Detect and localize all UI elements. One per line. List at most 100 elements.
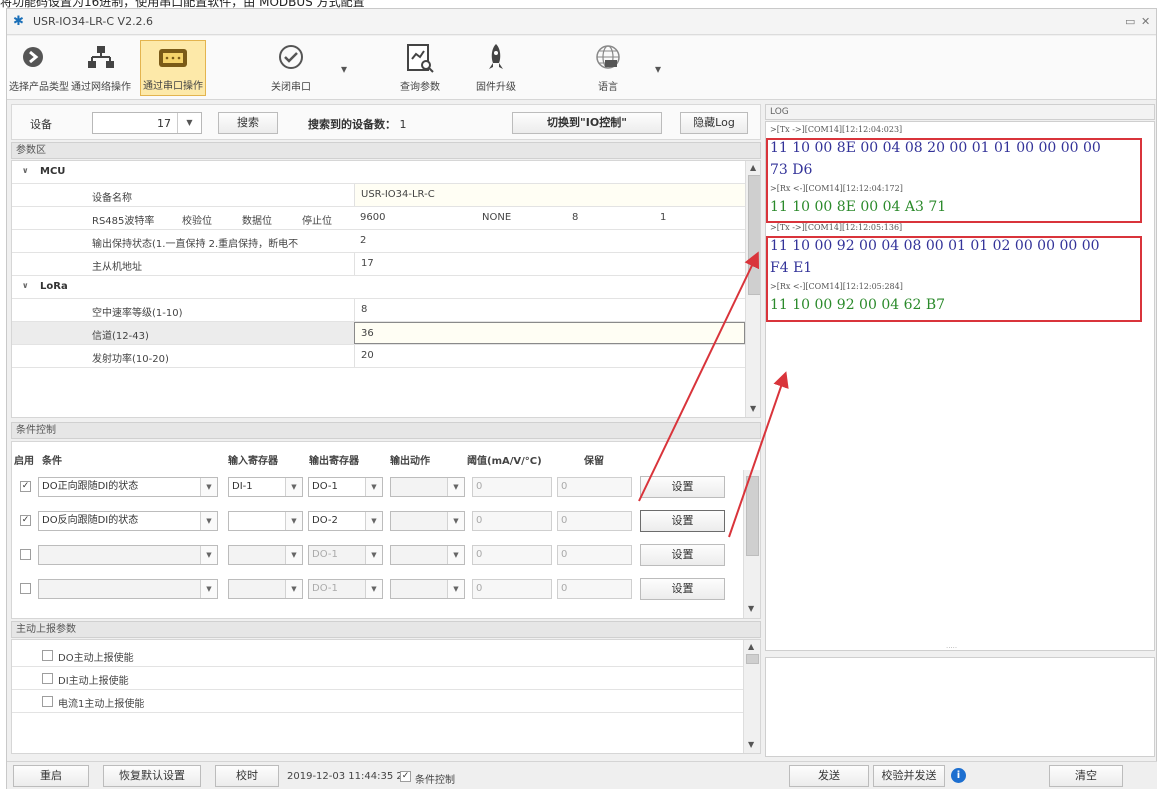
clear-button[interactable]: 清空 <box>1049 765 1123 787</box>
switch-io-control-button[interactable]: 切换到"IO控制" <box>512 112 662 134</box>
reserved-input[interactable]: 0 <box>557 579 632 599</box>
output-register-select[interactable]: DO-1 ▼ <box>308 477 383 497</box>
toolbar-label: 通过网络操作 <box>71 82 131 93</box>
scroll-thumb[interactable] <box>746 654 759 664</box>
scroll-up-icon[interactable]: ▲ <box>750 163 756 172</box>
hide-log-button[interactable]: 隐藏Log <box>680 112 748 134</box>
channel-input[interactable]: 36 <box>354 322 745 344</box>
group-row-mcu[interactable]: ∨ MCU <box>12 161 745 184</box>
condition-select[interactable]: ▼ <box>38 545 218 565</box>
output-action-select[interactable]: ▼ <box>390 545 465 565</box>
report-row[interactable]: 电流1主动上报使能 <box>12 690 745 713</box>
condition-control-checkbox[interactable]: ✓ <box>400 771 411 782</box>
scroll-up-icon[interactable]: ▲ <box>748 642 754 651</box>
threshold-input[interactable]: 0 <box>472 511 552 531</box>
reserved-input[interactable]: 0 <box>557 477 632 497</box>
report-label: DI主动上报使能 <box>58 676 129 687</box>
group-row-lora[interactable]: ∨ LoRa <box>12 276 745 299</box>
sync-time-button[interactable]: 校时 <box>215 765 279 787</box>
param-label: 校验位 <box>182 216 212 227</box>
chevron-down-icon[interactable]: ∨ <box>22 166 29 175</box>
condition-select[interactable]: ▼ <box>38 579 218 599</box>
scroll-thumb[interactable] <box>746 476 759 556</box>
checksum-send-button[interactable]: 校验并发送 <box>873 765 945 787</box>
output-register-select[interactable]: DO-1 ▼ <box>308 579 383 599</box>
input-register-select[interactable]: ▼ <box>228 545 303 565</box>
enable-checkbox[interactable] <box>20 549 31 560</box>
enable-checkbox[interactable] <box>20 583 31 594</box>
param-row[interactable]: 发射功率(10-20) 20 <box>12 345 745 368</box>
chevron-down-icon[interactable]: ▼ <box>177 113 201 133</box>
log-output[interactable]: >[Tx ->][COM14][12:12:04:023] 11 10 00 8… <box>765 121 1155 652</box>
search-button[interactable]: 搜索 <box>218 112 278 134</box>
scroll-down-icon[interactable]: ▼ <box>748 604 754 613</box>
report-row[interactable]: DO主动上报使能 <box>12 644 745 667</box>
threshold-input[interactable]: 0 <box>472 477 552 497</box>
device-id-spinner[interactable]: 17 ▼ <box>92 112 202 134</box>
toolbar-product-select-button[interactable]: 选择产品类型 <box>9 40 69 96</box>
reserved-input[interactable]: 0 <box>557 545 632 565</box>
enable-checkbox[interactable]: ✓ <box>20 481 31 492</box>
param-row[interactable]: 主从机地址 17 <box>12 253 745 276</box>
rocket-icon <box>480 42 512 74</box>
output-action-select[interactable]: ▼ <box>390 579 465 599</box>
device-id-value: 17 <box>157 117 171 130</box>
splitter-grip[interactable]: ····· <box>946 644 957 652</box>
chevron-down-icon[interactable]: ▾ <box>655 62 661 76</box>
condition-select[interactable]: DO反向跟随DI的状态 ▼ <box>38 511 218 531</box>
set-button[interactable]: 设置 <box>640 510 725 532</box>
chevron-down-icon[interactable]: ∨ <box>22 281 29 290</box>
report-row[interactable]: DI主动上报使能 <box>12 667 745 690</box>
threshold-input[interactable]: 0 <box>472 579 552 599</box>
info-icon[interactable]: i <box>951 768 966 783</box>
param-value: 8 <box>361 304 368 315</box>
restore-window-button[interactable]: ▭ <box>1125 15 1135 28</box>
toolbar-language-button[interactable]: 语言 <box>580 40 636 96</box>
send-input[interactable] <box>765 657 1155 757</box>
param-label: RS485波特率 <box>92 216 155 227</box>
set-button[interactable]: 设置 <box>640 476 725 498</box>
chevron-down-icon[interactable]: ▾ <box>341 62 347 76</box>
send-button[interactable]: 发送 <box>789 765 869 787</box>
param-row-selected[interactable]: 信道(12-43) 36 <box>12 322 745 345</box>
param-row[interactable]: 设备名称 USR-IO34-LR-C <box>12 184 745 207</box>
toolbar-firmware-button[interactable]: 固件升级 <box>469 40 523 96</box>
app-window: ✱ USR-IO34-LR-C V2.2.6 ▭ ✕ 选择产品类型 通过网络操作… <box>6 8 1157 789</box>
close-window-button[interactable]: ✕ <box>1141 15 1150 28</box>
param-row[interactable]: RS485波特率 校验位 数据位 停止位 9600 NONE 8 1 <box>12 207 745 230</box>
toolbar-query-button[interactable]: 查询参数 <box>391 40 449 96</box>
params-grid: ∨ MCU 设备名称 USR-IO34-LR-C RS485波特率 校验位 数据… <box>11 160 761 418</box>
report-checkbox[interactable] <box>42 696 53 707</box>
condition-select[interactable]: DO正向跟随DI的状态 ▼ <box>38 477 218 497</box>
report-scrollbar[interactable]: ▲ ▼ <box>743 640 760 753</box>
toolbar-close-serial-button[interactable]: 关闭串口 <box>265 40 317 96</box>
restart-button[interactable]: 重启 <box>13 765 89 787</box>
scroll-down-icon[interactable]: ▼ <box>750 404 756 413</box>
scroll-down-icon[interactable]: ▼ <box>748 740 754 749</box>
output-register-select[interactable]: DO-2 ▼ <box>308 511 383 531</box>
param-value: 17 <box>361 258 374 269</box>
input-register-select[interactable]: DI-1 ▼ <box>228 477 303 497</box>
set-button[interactable]: 设置 <box>640 544 725 566</box>
input-register-select[interactable]: ▼ <box>228 511 303 531</box>
title-bar: ✱ USR-IO34-LR-C V2.2.6 ▭ ✕ <box>7 9 1156 35</box>
input-register-select[interactable]: ▼ <box>228 579 303 599</box>
conditions-scrollbar[interactable]: ▼ <box>743 470 760 618</box>
report-checkbox[interactable] <box>42 673 53 684</box>
enable-checkbox[interactable]: ✓ <box>20 515 31 526</box>
restore-defaults-button[interactable]: 恢复默认设置 <box>103 765 201 787</box>
report-checkbox[interactable] <box>42 650 53 661</box>
param-row[interactable]: 空中速率等级(1-10) 8 <box>12 299 745 322</box>
params-scrollbar[interactable]: ▲ ▼ <box>745 161 760 417</box>
app-logo-icon: ✱ <box>13 14 24 29</box>
scroll-thumb[interactable] <box>748 175 760 295</box>
threshold-input[interactable]: 0 <box>472 545 552 565</box>
param-row[interactable]: 输出保持状态(1.一直保持 2.重启保持，断电不 2 <box>12 230 745 253</box>
output-action-select[interactable]: ▼ <box>390 511 465 531</box>
toolbar-network-button[interactable]: 通过网络操作 <box>65 40 137 96</box>
reserved-input[interactable]: 0 <box>557 511 632 531</box>
output-action-select[interactable]: ▼ <box>390 477 465 497</box>
toolbar-serial-button[interactable]: 通过串口操作 <box>140 40 206 96</box>
set-button[interactable]: 设置 <box>640 578 725 600</box>
output-register-select[interactable]: DO-1 ▼ <box>308 545 383 565</box>
